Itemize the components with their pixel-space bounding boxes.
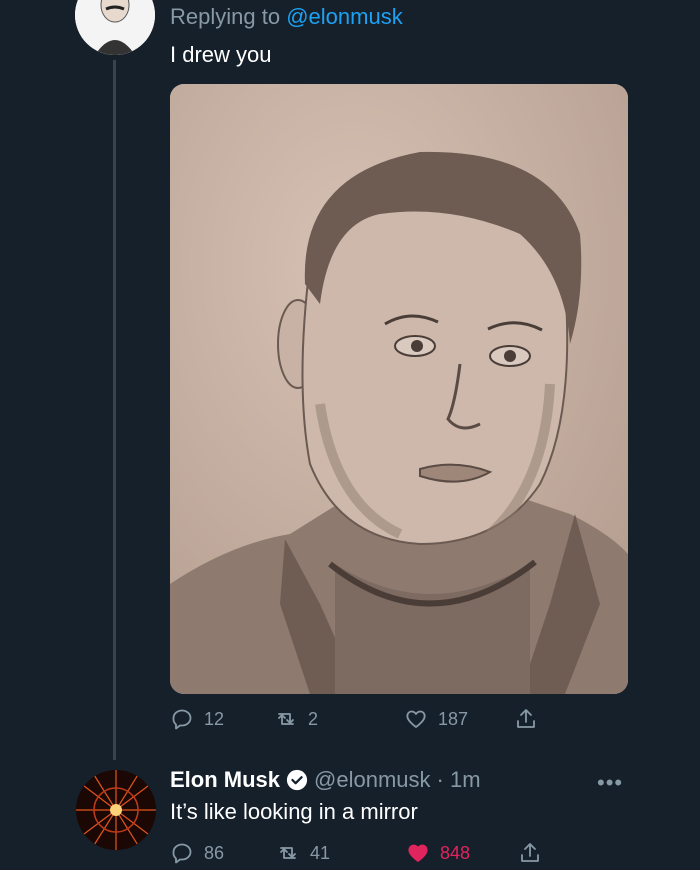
retweet-count: 2 — [308, 708, 319, 729]
verified-badge-icon — [286, 769, 308, 791]
like-button[interactable]: 848 — [406, 841, 518, 865]
reply-icon — [172, 709, 192, 730]
replying-prefix: Replying to — [170, 4, 281, 29]
retweet-icon — [278, 713, 294, 725]
retweet-button[interactable]: 2 — [274, 707, 404, 731]
user-handle[interactable]: @elonmusk — [314, 767, 431, 793]
retweet-count: 41 — [310, 842, 331, 863]
tweet-header: Elon Musk @elonmusk · 1m — [170, 767, 481, 793]
like-icon — [408, 844, 428, 862]
pencil-portrait-image — [170, 84, 628, 694]
share-button[interactable] — [514, 707, 538, 731]
reply-count: 86 — [204, 842, 225, 863]
tweet-text: I drew you — [170, 42, 272, 67]
replying-to: Replying to @elonmusk — [170, 4, 403, 30]
timestamp[interactable]: · 1m — [437, 767, 481, 793]
avatar[interactable] — [76, 770, 156, 850]
reply-button[interactable]: 12 — [170, 707, 274, 731]
reply-button[interactable]: 86 — [170, 841, 276, 865]
share-icon — [517, 709, 535, 728]
avatar[interactable] — [75, 0, 155, 55]
tweet-thread: Replying to @elonmusk I drew you 12 2 18… — [0, 0, 700, 870]
tweet-media-drawing[interactable] — [170, 84, 628, 694]
tweet-text: It’s like looking in a mirror — [170, 799, 418, 824]
more-icon[interactable]: ••• — [597, 770, 623, 796]
tweet-actions: 12 2 187 — [170, 704, 570, 734]
like-count: 848 — [440, 842, 471, 863]
replying-handle-link[interactable]: @elonmusk — [286, 4, 403, 29]
retweet-icon — [280, 847, 296, 859]
like-button[interactable]: 187 — [404, 707, 514, 731]
share-icon — [521, 843, 539, 862]
reply-count: 12 — [204, 708, 225, 729]
thread-connector-line — [113, 60, 116, 760]
avatar-starburst-icon — [76, 770, 156, 850]
share-button[interactable] — [518, 841, 542, 865]
avatar-portrait-icon — [75, 0, 155, 55]
like-count: 187 — [438, 708, 469, 729]
tweet-actions: 86 41 848 — [170, 838, 570, 868]
reply-icon — [172, 843, 192, 864]
like-icon — [406, 710, 426, 728]
retweet-button[interactable]: 41 — [276, 841, 406, 865]
display-name[interactable]: Elon Musk — [170, 767, 280, 793]
